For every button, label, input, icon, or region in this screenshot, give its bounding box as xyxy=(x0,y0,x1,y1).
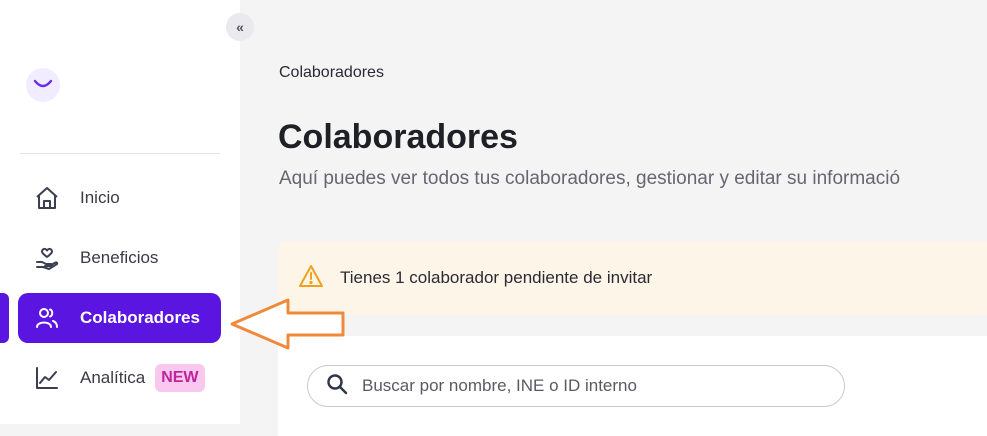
hand-heart-icon xyxy=(34,245,60,271)
sidebar-item-inicio[interactable]: Inicio xyxy=(18,173,221,223)
sidebar: « Inicio Beneficios Colaboradores Analít… xyxy=(0,0,254,424)
collaborators-card xyxy=(278,336,987,436)
search-input[interactable] xyxy=(360,375,804,397)
annotation-arrow-icon xyxy=(230,298,345,350)
sidebar-item-label: Analítica xyxy=(80,368,146,387)
search-icon xyxy=(326,373,348,400)
sidebar-item-beneficios[interactable]: Beneficios xyxy=(18,233,221,283)
users-icon xyxy=(34,305,60,331)
search-box[interactable] xyxy=(307,365,845,407)
chart-line-icon xyxy=(34,365,60,391)
smile-icon xyxy=(33,79,53,88)
new-badge: NEW xyxy=(155,364,205,392)
pending-invite-alert: Tienes 1 colaborador pendiente de invita… xyxy=(278,241,987,315)
main-content: Colaboradores Colaboradores Aquí puedes … xyxy=(240,0,987,436)
page-title: Colaboradores xyxy=(278,118,518,156)
page-subtitle: Aquí puedes ver todos tus colaboradores,… xyxy=(279,168,901,189)
warning-icon xyxy=(298,264,324,293)
collapse-sidebar-button[interactable]: « xyxy=(226,13,254,41)
alert-text: Tienes 1 colaborador pendiente de invita… xyxy=(340,268,653,287)
sidebar-item-label: Beneficios xyxy=(80,248,159,267)
home-icon xyxy=(34,185,60,211)
brand-logo[interactable] xyxy=(26,68,60,102)
sidebar-divider xyxy=(20,153,220,154)
breadcrumb[interactable]: Colaboradores xyxy=(279,64,384,82)
sidebar-item-colaboradores[interactable]: Colaboradores xyxy=(18,293,221,343)
sidebar-item-label: Inicio xyxy=(80,188,120,207)
sidebar-item-label: Colaboradores xyxy=(80,308,200,327)
double-chevron-left-icon: « xyxy=(236,19,244,35)
active-nav-marker xyxy=(0,293,9,343)
sidebar-item-analitica[interactable]: Analítica NEW xyxy=(18,353,221,403)
